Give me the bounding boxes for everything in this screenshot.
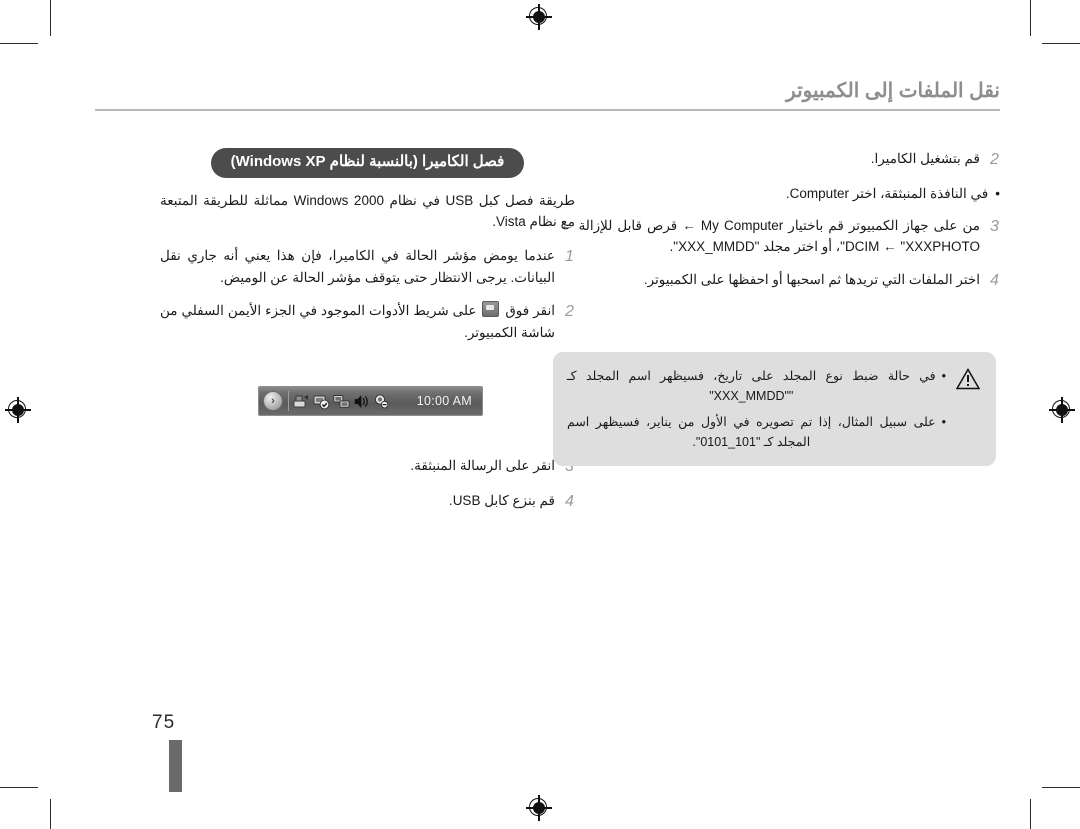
- step-text: قم بنزع كابل USB.: [448, 492, 555, 508]
- step-text: انقر على الرسالة المنبثقة.: [410, 457, 555, 473]
- step-number: 4: [565, 492, 574, 510]
- tray-divider: [288, 391, 289, 411]
- step-text: قم بتشغيل الكاميرا.: [870, 151, 980, 166]
- crop-mark-top-left-vertical: [50, 0, 51, 36]
- crop-mark-bottom-left-vertical: [50, 799, 51, 829]
- registration-mark-right-middle: [1049, 397, 1075, 423]
- crop-mark-bottom-right-horizontal: [1042, 787, 1080, 788]
- page-number: 75: [152, 712, 176, 733]
- chevron-right-icon: ›: [263, 391, 283, 411]
- bullet-dot: •: [995, 186, 1000, 201]
- right-step-3: 3 من على جهاز الكمبيوتر قم باختيار My Co…: [560, 215, 1000, 259]
- bullet-text: في النافذة المنبثقة، اختر Computer.: [785, 186, 989, 201]
- step-text: عندما يومض مؤشر الحالة في الكاميرا، فإن …: [160, 248, 555, 286]
- crop-mark-top-left-horizontal: [0, 43, 38, 44]
- caution-note-box: • في حالة ضبط نوع المجلد على تاريخ، فسيظ…: [553, 352, 996, 466]
- caution-triangle-icon: [955, 366, 981, 452]
- note-bullet-1: • في حالة ضبط نوع المجلد على تاريخ، فسيظ…: [567, 366, 946, 406]
- registration-mark-bottom-center: [526, 795, 552, 821]
- step-number: 4: [990, 272, 999, 290]
- step-number: 3: [990, 217, 999, 235]
- left-intro-paragraph: طريقة فصل كبل USB في نظام Windows 2000 م…: [160, 192, 575, 230]
- section-badge-wrap: فصل الكاميرا (بالنسبة لنظام Windows XP): [160, 148, 575, 178]
- right-step-2: 2 قم بتشغيل الكاميرا.: [560, 148, 1000, 172]
- page-title: نقل الملفات إلى الكمبيوتر: [786, 80, 1000, 102]
- left-step-2: 2 انقر فوق على شريط الأدوات الموجود في ا…: [160, 300, 575, 344]
- safely-remove-hardware-icon: [482, 300, 500, 317]
- left-column: فصل الكاميرا (بالنسبة لنظام Windows XP) …: [160, 148, 575, 525]
- bullet-dot: •: [941, 369, 946, 383]
- step-text: انقر فوق على شريط الأدوات الموجود في الج…: [160, 300, 555, 344]
- header-rule: [95, 109, 1000, 111]
- safely-remove-hardware-icon: [293, 393, 310, 410]
- volume-speaker-icon: [353, 393, 370, 410]
- bullet-text: على سبيل المثال، إذا تم تصويره في الأول …: [567, 415, 936, 449]
- left-step-3: 3 انقر على الرسالة المنبثقة.: [160, 455, 575, 479]
- wireless-status-icon: [373, 393, 390, 410]
- note-bullet-2: • على سبيل المثال، إذا تم تصويره في الأو…: [567, 412, 946, 452]
- step-text-before-icon: انقر فوق: [505, 302, 555, 318]
- step-text: اختر الملفات التي تريدها ثم اسحبها أو اح…: [643, 272, 980, 288]
- right-bullet-computer: • في النافذة المنبثقة، اختر Computer.: [582, 183, 1000, 205]
- folio-bar: [169, 740, 182, 792]
- folio: 75: [152, 712, 182, 792]
- step-number: 2: [990, 151, 999, 168]
- left-step-1: 1 عندما يومض مؤشر الحالة في الكاميرا، فإ…: [160, 245, 575, 289]
- crop-mark-bottom-left-horizontal: [0, 787, 38, 788]
- registration-mark-left-middle: [5, 397, 31, 423]
- crop-mark-top-right-horizontal: [1042, 43, 1080, 44]
- crop-mark-top-right-vertical: [1030, 0, 1031, 36]
- security-center-shield-icon: [313, 393, 330, 410]
- page-header: نقل الملفات إلى الكمبيوتر: [95, 78, 1000, 111]
- left-step-4: 4 قم بنزع كابل USB.: [160, 490, 575, 514]
- bullet-text: في حالة ضبط نوع المجلد على تاريخ، فسيظهر…: [567, 369, 936, 403]
- right-step-4: 4 اختر الملفات التي تريدها ثم اسحبها أو …: [560, 269, 1000, 293]
- tray-clock: 10:00 AM: [416, 394, 472, 408]
- step-text: من على جهاز الكمبيوتر قم باختيار My Comp…: [560, 217, 980, 255]
- system-tray-screenshot: › 10:00 AM: [258, 386, 483, 416]
- network-connection-icon: [333, 393, 350, 410]
- crop-mark-bottom-right-vertical: [1030, 799, 1031, 829]
- bullet-dot: •: [941, 415, 946, 429]
- registration-mark-top-center: [526, 4, 552, 30]
- section-badge: فصل الكاميرا (بالنسبة لنظام Windows XP): [210, 148, 525, 178]
- right-column: 2 قم بتشغيل الكاميرا. • في النافذة المنب…: [560, 148, 1000, 304]
